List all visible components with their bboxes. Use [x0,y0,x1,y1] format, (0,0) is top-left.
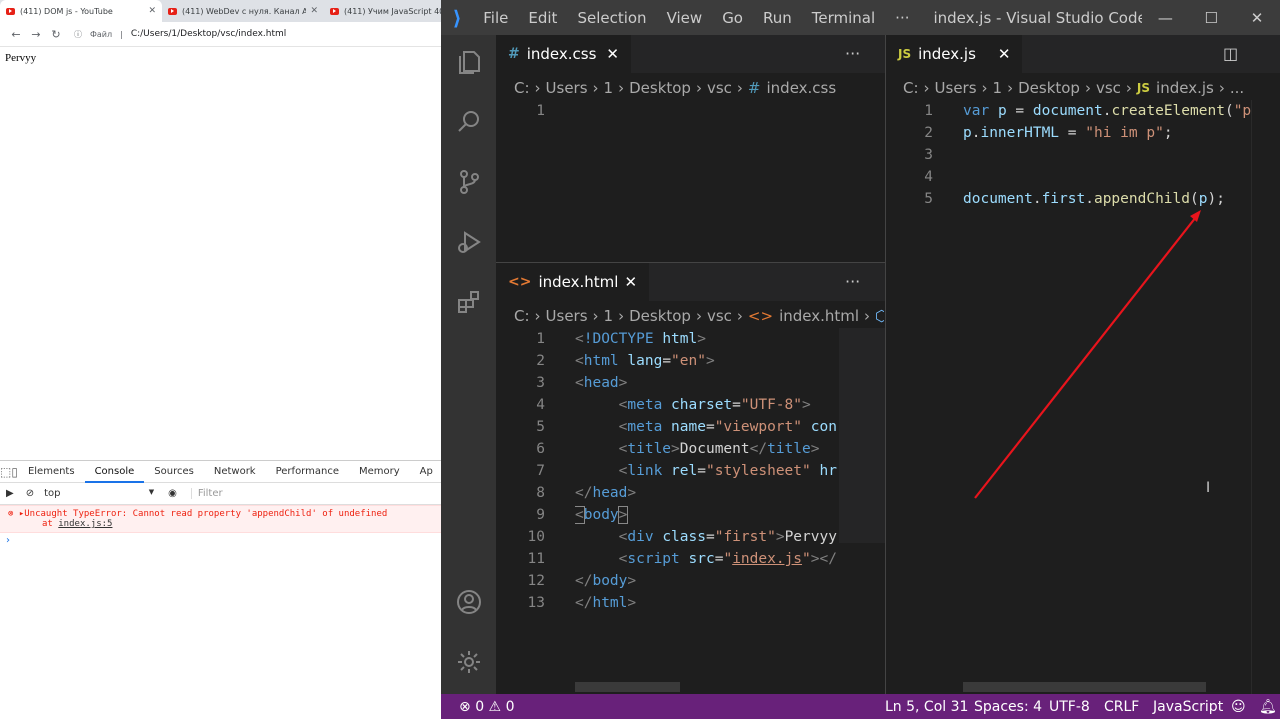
close-icon[interactable]: ✕ [148,6,156,16]
close-icon[interactable]: ✕ [310,6,318,16]
console-prompt[interactable]: › [0,533,441,548]
device-toggle-icon[interactable]: ▯ [11,465,18,479]
problems-indicator[interactable]: ⊗ 0 ⚠ 0 [459,699,514,715]
devtools-tab-sources[interactable]: Sources [144,461,204,483]
filter-input[interactable]: Filter [190,488,223,499]
devtools-tab-performance[interactable]: Performance [266,461,349,483]
browser-tab-title: (411) WebDev с нуля. Канал Але [182,6,307,16]
devtools-tab-console[interactable]: Console [84,461,145,483]
vscode-window: ⟩ File Edit Selection View Go Run Termin… [441,0,1280,719]
browser-tab-title: (411) DOM js - YouTube [20,6,113,16]
back-arrow-icon[interactable]: ← [6,28,26,41]
devtools-tab-network[interactable]: Network [204,461,266,483]
inspect-icon[interactable]: ⬚ [0,465,11,479]
text-cursor-icon: I [1206,480,1211,496]
status-bar: ⊗ 0 ⚠ 0 Ln 5, Col 31 Spaces: 4 UTF-8 CRL… [441,694,1280,719]
devtools-tab-application[interactable]: Ap [410,461,441,483]
encoding-status[interactable]: UTF-8 [1049,699,1090,715]
error-text[interactable]: ▸Uncaught TypeError: Cannot read propert… [19,509,387,519]
browser-tab[interactable]: (411) DOM js - YouTube ✕ [0,0,162,22]
annotation-arrow [974,210,1201,499]
browser-window: (411) DOM js - YouTube ✕ (411) WebDev с … [0,0,441,719]
address-bar-row: ← → ↻ ⓘ Файл | C:/Users/1/Desktop/vsc/in… [0,22,441,47]
devtools-tab-memory[interactable]: Memory [349,461,410,483]
browser-tab-title: (411) Учим JavaScript 40. Ра [344,6,441,16]
feedback-icon[interactable]: ☺ [1231,699,1246,715]
eye-icon[interactable]: ◉ [168,488,177,499]
reload-icon[interactable]: ↻ [46,28,66,41]
youtube-icon [168,7,177,15]
info-icon[interactable]: ⓘ [74,29,82,40]
devtools-tab-elements[interactable]: Elements [18,461,85,483]
context-select[interactable]: top [44,488,154,499]
youtube-icon [330,7,339,15]
error-source-link[interactable]: index.js:5 [58,519,112,529]
clear-console-icon[interactable]: ⊘ [26,488,34,499]
url-scheme-label: Файл [90,29,113,39]
forward-arrow-icon[interactable]: → [26,28,46,41]
eol-status[interactable]: CRLF [1104,699,1139,715]
sidebar-toggle-icon[interactable]: ▶ [6,488,14,499]
divider: | [120,29,123,39]
indentation-status[interactable]: Spaces: 4 [974,699,1042,715]
console-error-message: ⊗ ▸Uncaught TypeError: Cannot read prope… [0,505,441,533]
devtools-tabs: ⬚ ▯ Elements Console Sources Network Per… [0,461,441,483]
devtools-panel: ⬚ ▯ Elements Console Sources Network Per… [0,460,441,719]
cursor-position[interactable]: Ln 5, Col 31 [885,699,968,715]
console-toolbar: ▶ ⊘ top ◉ Filter [0,483,441,505]
page-content-text: Pervyy [5,52,37,64]
error-icon: ⊗ [8,509,19,519]
url-field[interactable]: C:/Users/1/Desktop/vsc/index.html [131,29,286,39]
browser-tab[interactable]: (411) WebDev с нуля. Канал Але ✕ [162,0,324,22]
error-at-text: at [42,519,59,529]
notifications-bell-icon[interactable]: 🔔︎ [1259,699,1277,715]
language-mode[interactable]: JavaScript [1153,699,1223,715]
youtube-icon [6,7,15,15]
browser-tab[interactable]: (411) Учим JavaScript 40. Ра [324,0,441,22]
browser-tab-strip: (411) DOM js - YouTube ✕ (411) WebDev с … [0,0,441,22]
